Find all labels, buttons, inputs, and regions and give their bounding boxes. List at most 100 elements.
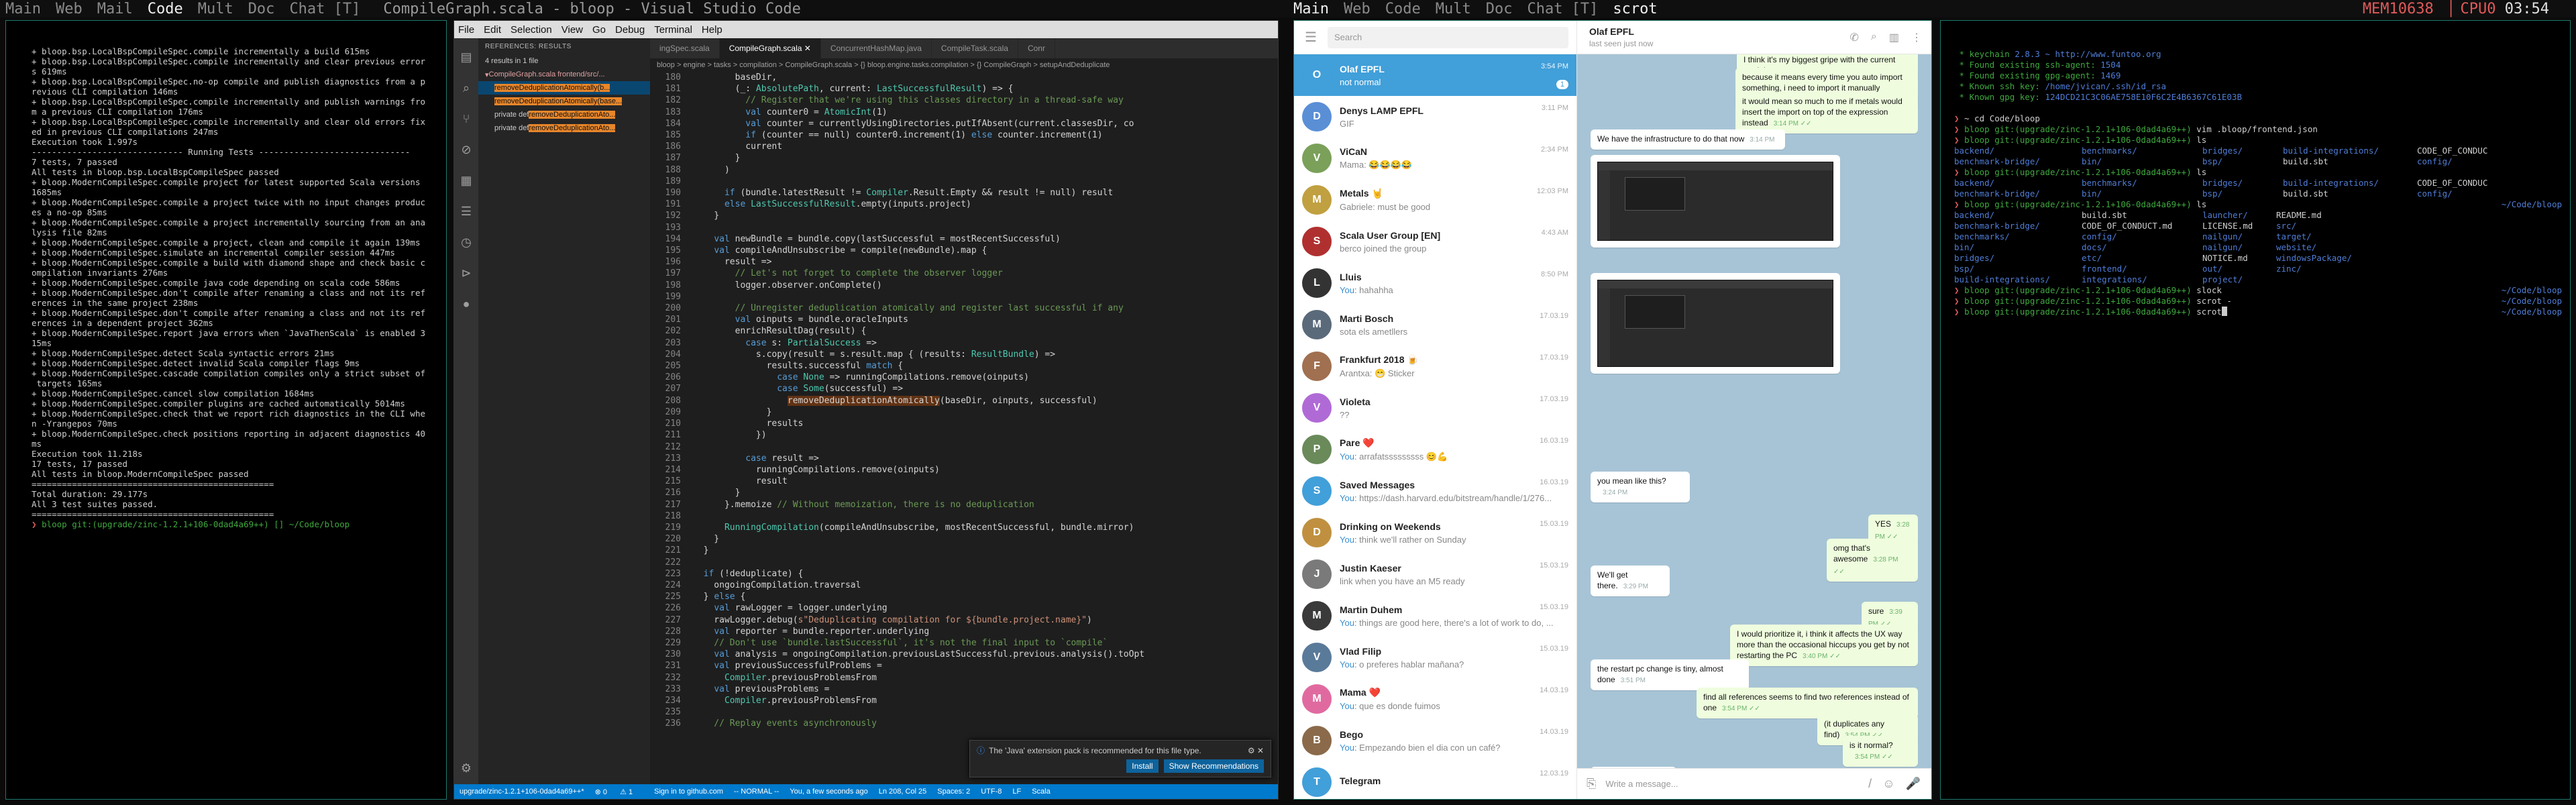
terminal-prompt[interactable]: ❯ bloop git:(upgrade/zinc-1.2.1+106-0dad… (32, 519, 439, 529)
install-button[interactable]: Install (1126, 759, 1159, 773)
chat-item[interactable]: V Vlad Filip You: o preferes hablar mañana… (1294, 637, 1576, 678)
workspace-main[interactable]: Main (0, 1, 50, 17)
more-icon[interactable]: ⋮ (1911, 31, 1922, 44)
outgoing-message[interactable]: I would prioritize it, i think it affect… (1730, 625, 1918, 666)
signin-status[interactable]: Sign in to github.com (654, 788, 723, 796)
code-area[interactable]: 180 baseDir, 181 (_: AbsolutePath, curren… (650, 72, 1278, 784)
reference-item[interactable]: private def removeDeduplicationAto... (478, 121, 650, 135)
language-status[interactable]: Scala (1032, 788, 1051, 796)
workspace-doc[interactable]: Doc (1481, 1, 1522, 17)
workspace-mail[interactable]: Mail (92, 1, 142, 17)
reference-item[interactable]: removeDeduplicationAtomically(b... (478, 81, 650, 95)
menu-terminal[interactable]: Terminal (654, 24, 692, 36)
editor[interactable]: ingSpec.scala CompileGraph.scala ✕ Concurr… (650, 38, 1278, 784)
chat-item[interactable]: O Olaf EPFL not normal 3:54 PM 1 (1294, 54, 1576, 96)
github-icon[interactable]: ● (454, 292, 478, 316)
chat-item[interactable]: P Pare ❤️ You: arrafatsssssssss 😊💪 16.03.19 (1294, 429, 1576, 470)
sidebar-icon[interactable]: ▥ (1889, 31, 1899, 44)
right-terminal[interactable]: * keychain 2.8.3 ~ http://www.funtoo.org… (1940, 20, 2571, 800)
problems-status[interactable]: ⊗ 0 ⚠ 1 (595, 788, 644, 796)
screenshot-image[interactable] (1591, 155, 1840, 248)
chat-item[interactable]: T Telegram 12.03.19 (1294, 761, 1576, 799)
chat-item[interactable]: B Bego You: Empezando bien el dia con un c… (1294, 720, 1576, 761)
encoding-status[interactable]: UTF-8 (981, 788, 1002, 796)
menu-go[interactable]: Go (592, 24, 606, 36)
branch-status[interactable]: upgrade/zinc-1.2.1+106-0dad4a69++* (460, 788, 584, 796)
indent-status[interactable]: Spaces: 2 (937, 788, 970, 796)
menu-selection[interactable]: Selection (511, 24, 552, 36)
tab-concurrenthashmapjava[interactable]: ConcurrentHashMap.java (821, 38, 932, 58)
search-icon[interactable]: ⌕ (1871, 31, 1877, 44)
reference-item[interactable]: private def removeDeduplicationAto... (478, 108, 650, 121)
workspace-main[interactable]: Main (1288, 1, 1338, 17)
screenshot-image[interactable] (1591, 273, 1840, 374)
remote-icon[interactable]: ⊳ (454, 261, 478, 285)
call-icon[interactable]: ✆ (1850, 31, 1859, 44)
message-list[interactable]: I think it's my biggest gripe with the c… (1577, 54, 1931, 768)
gear-icon[interactable]: ⚙ ✕ (1248, 746, 1264, 755)
search-icon[interactable]: ⌕ (454, 76, 478, 100)
attach-icon[interactable]: ⎘ (1587, 777, 1596, 791)
show-recommendations-button[interactable]: Show Recommendations (1163, 759, 1264, 773)
workspace-web[interactable]: Web (50, 1, 92, 17)
incoming-message[interactable]: the restart pc change is tiny, almost do… (1591, 659, 1749, 690)
workspace-chatt[interactable]: Chat [T] (1521, 1, 1607, 17)
microphone-icon[interactable]: 🎤 (1906, 777, 1921, 791)
files-icon[interactable]: ▤ (454, 45, 478, 69)
terminal-prompt-line[interactable]: ❯ bloop git:(upgrade/zinc-1.2.1+106-0dad… (1954, 307, 2562, 317)
chat-item[interactable]: V Violeta?? 17.03.19 (1294, 387, 1576, 429)
incoming-message[interactable]: you mean like this? 3:24 PM (1591, 472, 1690, 502)
chat-item[interactable]: F Frankfurt 2018 🍺 Arantxa: 😁 Sticker 17.03… (1294, 345, 1576, 387)
chat-item[interactable]: M Martin Duhem You: things are good here, … (1294, 595, 1576, 637)
source-control-icon[interactable]: ⑂ (454, 107, 478, 131)
menu-help[interactable]: Help (702, 24, 722, 36)
menu-file[interactable]: File (458, 24, 474, 36)
chat-item[interactable]: M Mama ❤️ You: que es donde fuimos 14.03.19 (1294, 678, 1576, 720)
left-terminal[interactable]: + bloop.bsp.LocalBspCompileSpec.compile … (5, 20, 447, 800)
commands-icon[interactable]: / (1868, 777, 1872, 791)
gear-icon[interactable]: ⚙ (454, 756, 478, 780)
incoming-message[interactable]: We have the infrastructure to do that no… (1591, 129, 1785, 150)
workspace-code[interactable]: Code (142, 1, 193, 17)
search-input[interactable]: Search (1328, 26, 1568, 48)
outgoing-message[interactable]: omg that's awesome 3:28 PM ✓✓ (1827, 539, 1918, 582)
contact-name[interactable]: Olaf EPFL (1589, 26, 1653, 37)
incoming-message[interactable]: We'll get there. 3:29 PM (1591, 566, 1670, 596)
chat-item[interactable]: D Drinking on Weekends You: think we'll ra… (1294, 512, 1576, 553)
chat-item[interactable]: M Metals 🤘 Gabriele: must be good 12:03 PM (1294, 179, 1576, 221)
reference-item[interactable]: removeDeduplicationAtomically(base... (478, 95, 650, 108)
emoji-icon[interactable]: ☺ (1882, 777, 1894, 791)
chat-item[interactable]: V ViCaN Mama: 😂😂😂😂 2:34 PM (1294, 138, 1576, 179)
workspace-web[interactable]: Web (1338, 1, 1380, 17)
outgoing-message[interactable]: it would mean so much to me if metals wo… (1735, 92, 1918, 133)
menu-icon[interactable]: ☰ (1305, 29, 1328, 46)
outgoing-message[interactable]: is it normal? 3:54 PM ✓✓ (1843, 736, 1918, 767)
tab-ingspecscala[interactable]: ingSpec.scala (650, 38, 720, 58)
debug-icon[interactable]: ⊘ (454, 138, 478, 162)
menu-edit[interactable]: Edit (484, 24, 501, 36)
workspace-mult[interactable]: Mult (193, 1, 243, 17)
message-input[interactable]: Write a message... (1605, 779, 1678, 789)
menu-view[interactable]: View (561, 24, 583, 36)
reference-file[interactable]: ▾ CompileGraph.scala frontend/src/... (478, 68, 650, 81)
chat-item[interactable]: J Justin Kaeser link when you have an M5 r… (1294, 553, 1576, 595)
chat-item[interactable]: S Scala User Group [EN] berco joined the g… (1294, 221, 1576, 262)
chat-item[interactable]: M Marti Bosch sota els ametllers 17.03.19 (1294, 304, 1576, 345)
tab-compiletaskscala[interactable]: CompileTask.scala (932, 38, 1018, 58)
chat-item[interactable]: L Lluis You: hahahha 8:50 PM (1294, 262, 1576, 304)
workspace-chatt[interactable]: Chat [T] (284, 1, 370, 17)
workspace-doc[interactable]: Doc (243, 1, 284, 17)
chat-item[interactable]: S Saved Messages You: https://dash.harvard… (1294, 470, 1576, 512)
timeline-icon[interactable]: ◷ (454, 230, 478, 254)
breadcrumb[interactable]: bloop > engine > tasks > compilation > C… (650, 58, 1278, 72)
tab-conr[interactable]: Conr (1018, 38, 1055, 58)
extensions-icon[interactable]: ▦ (454, 168, 478, 193)
workspace-code[interactable]: Code (1380, 1, 1430, 17)
workspace-mult[interactable]: Mult (1430, 1, 1481, 17)
cursor-position[interactable]: Ln 208, Col 25 (879, 788, 927, 796)
tab-compilegraphscala[interactable]: CompileGraph.scala ✕ (719, 38, 821, 58)
menu-debug[interactable]: Debug (615, 24, 645, 36)
references-icon[interactable]: ☰ (454, 199, 478, 223)
eol-status[interactable]: LF (1012, 788, 1021, 796)
chat-item[interactable]: D Denys LAMP EPFL GIF 3:11 PM (1294, 96, 1576, 138)
